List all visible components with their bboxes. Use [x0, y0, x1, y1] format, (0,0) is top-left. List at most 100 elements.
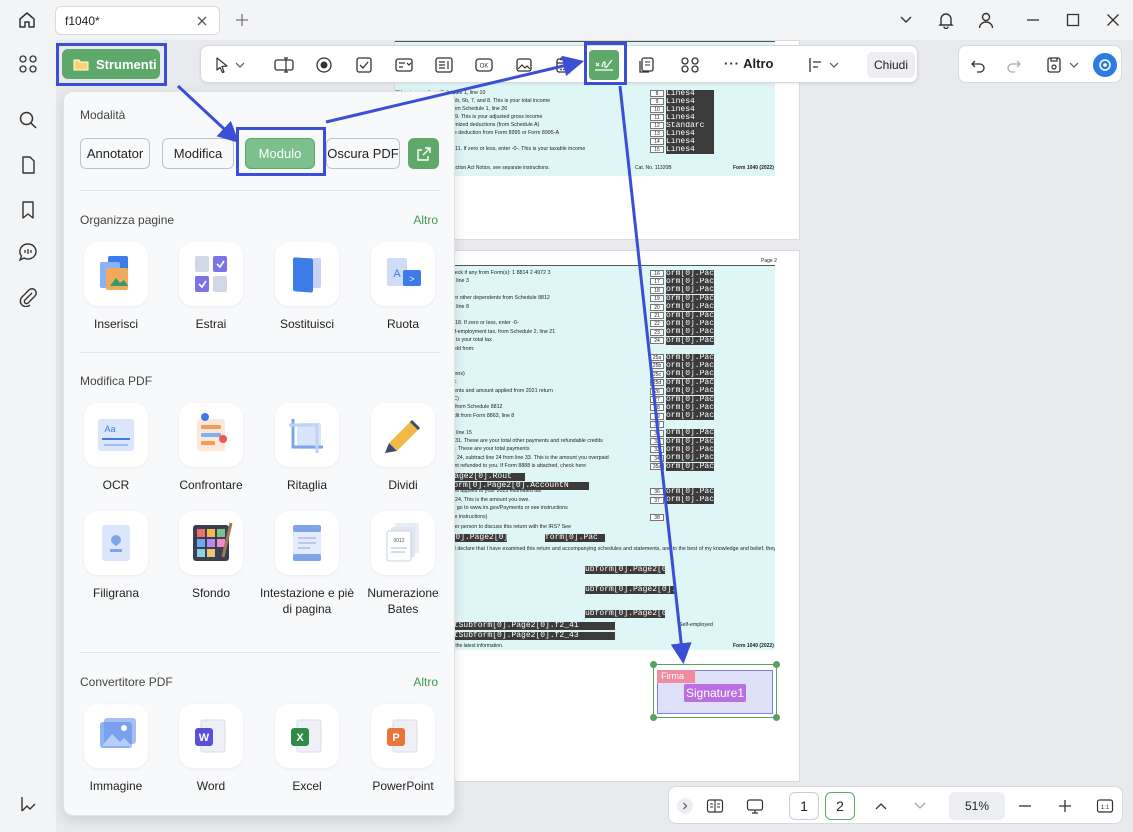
- radio-button-icon[interactable]: [313, 54, 335, 76]
- form-input-field[interactable]: orm[0].Pac: [666, 370, 714, 379]
- tool-replace[interactable]: Sostituisci: [259, 242, 355, 332]
- tool-extract[interactable]: Estrai: [163, 242, 259, 332]
- button-field-icon[interactable]: OK: [473, 54, 495, 76]
- more-tools-button[interactable]: ··· Altro: [724, 56, 773, 71]
- tool-watermark[interactable]: Filigrana: [68, 511, 164, 601]
- field-grid-icon[interactable]: [679, 54, 701, 76]
- tool-convert-word[interactable]: W Word: [163, 704, 259, 794]
- chevron-down-icon[interactable]: [233, 54, 247, 76]
- checkbox-icon[interactable]: [353, 54, 375, 76]
- page-1-button[interactable]: 1: [789, 792, 819, 820]
- form-input-field[interactable]: Lines4: [666, 145, 714, 154]
- resize-handle-tl[interactable]: [650, 661, 657, 668]
- window-close-icon[interactable]: [1102, 10, 1124, 30]
- form-input-field[interactable]: orm[0].Pac: [666, 412, 714, 421]
- tool-bates[interactable]: 0012 Numerazione Bates: [355, 511, 451, 617]
- form-input-field[interactable]: Lines4: [666, 129, 714, 138]
- chevron-down-icon[interactable]: [827, 54, 841, 76]
- form-input-field[interactable]: ubform[0].Page2[0].AccountN: [439, 482, 589, 490]
- chevron-down-icon[interactable]: [1067, 54, 1081, 76]
- tool-rotate[interactable]: A > Ruota: [355, 242, 451, 332]
- tool-insert[interactable]: Inserisci: [68, 242, 164, 332]
- new-tab-icon[interactable]: [232, 10, 252, 30]
- list-box-icon[interactable]: [433, 54, 455, 76]
- form-input-field[interactable]: orm[0].Pac: [666, 311, 714, 320]
- form-input-field[interactable]: orm[0].Pac: [666, 294, 714, 303]
- maximize-icon[interactable]: [1062, 10, 1084, 30]
- user-icon[interactable]: [975, 10, 997, 30]
- form-input-field[interactable]: orm[0].Pac: [666, 403, 714, 412]
- attachment-icon[interactable]: [16, 285, 40, 309]
- tool-background[interactable]: Sfondo: [163, 511, 259, 601]
- home-icon[interactable]: [14, 9, 40, 31]
- expand-bar-icon[interactable]: [677, 798, 693, 814]
- form-input-field[interactable]: orm[0].Pac: [666, 487, 714, 496]
- form-input-field[interactable]: orm[0].Pac: [666, 319, 714, 328]
- form-input-field[interactable]: orm[0].Pac: [666, 336, 714, 345]
- form-input-field[interactable]: orm[0].Pac: [666, 454, 714, 463]
- page-layout-icon[interactable]: [705, 796, 725, 816]
- form-input-field[interactable]: ubform[0].Page2[0: [585, 566, 665, 574]
- form-input-field[interactable]: orm[0].Pac: [666, 429, 714, 438]
- chevron-down-icon[interactable]: [895, 10, 917, 30]
- text-field-icon[interactable]: [273, 54, 295, 76]
- zoom-level[interactable]: 51%: [949, 792, 1005, 820]
- actual-size-icon[interactable]: 1:1: [1095, 796, 1115, 816]
- form-input-field[interactable]: orm[0].Pac: [666, 496, 714, 505]
- bookmark-icon[interactable]: [16, 198, 40, 222]
- tool-split[interactable]: Dividi: [355, 403, 451, 493]
- tool-crop[interactable]: Ritaglia: [259, 403, 355, 493]
- form-input-field[interactable]: orm[0].Pac: [666, 353, 714, 362]
- page-2-button[interactable]: 2: [825, 792, 855, 820]
- tool-compare[interactable]: Confrontare: [163, 403, 259, 493]
- tool-convert-image[interactable]: Immagine: [68, 704, 164, 794]
- apps-grid-icon[interactable]: [16, 52, 40, 76]
- form-input-field[interactable]: orm[0].Pac: [666, 378, 714, 387]
- form-input-field[interactable]: orm[0].Pac: [666, 361, 714, 370]
- form-input-field[interactable]: orm[0].Pac: [666, 395, 714, 404]
- pages-icon[interactable]: [16, 153, 40, 177]
- document-tab[interactable]: f1040*: [55, 6, 220, 35]
- presentation-icon[interactable]: [745, 796, 765, 816]
- sidebar-settings-icon[interactable]: [16, 792, 40, 816]
- form-input-field[interactable]: orm[0].Pac: [666, 387, 714, 396]
- mode-annotator-button[interactable]: Annotator: [80, 138, 150, 169]
- close-tab-icon[interactable]: [194, 13, 210, 29]
- form-input-field[interactable]: Lines4: [666, 137, 714, 146]
- form-input-field[interactable]: orm[0].Pac: [666, 445, 714, 454]
- form-input-field[interactable]: Lines4: [666, 97, 714, 106]
- form-input-field[interactable]: Lines4: [666, 89, 714, 98]
- redo-icon[interactable]: [1003, 54, 1025, 76]
- form-input-field[interactable]: ubform[0].Page2[0].f2_: [585, 586, 675, 594]
- form-input-field[interactable]: orm[0].Pac: [666, 269, 714, 278]
- form-input-field[interactable]: ubform[0].Page2[0]: [585, 610, 665, 618]
- open-external-button[interactable]: [408, 138, 439, 169]
- zoom-in-icon[interactable]: [1055, 796, 1075, 816]
- tool-convert-powerpoint[interactable]: P PowerPoint: [355, 704, 451, 794]
- form-input-field[interactable]: orm[0].Pac: [666, 437, 714, 446]
- search-icon[interactable]: [16, 108, 40, 132]
- save-icon[interactable]: [1043, 54, 1065, 76]
- tool-header-footer[interactable]: Intestazione e piè di pagina: [259, 511, 355, 617]
- form-input-field[interactable]: Lines4: [666, 105, 714, 114]
- signature-field-selection[interactable]: Firma Signature1: [650, 661, 780, 721]
- bell-icon[interactable]: [935, 10, 957, 30]
- close-form-mode-button[interactable]: Chiudi: [867, 52, 915, 78]
- tool-ocr[interactable]: Aa OCR: [68, 403, 164, 493]
- mode-edit-button[interactable]: Modifica: [162, 138, 234, 169]
- combo-box-icon[interactable]: [393, 54, 415, 76]
- minimize-icon[interactable]: [1022, 10, 1044, 30]
- date-field-icon[interactable]: [553, 54, 575, 76]
- image-field-icon[interactable]: [513, 54, 535, 76]
- resize-handle-br[interactable]: [773, 714, 780, 721]
- zoom-out-icon[interactable]: [1015, 796, 1035, 816]
- select-cursor-icon[interactable]: [211, 54, 233, 76]
- form-input-field[interactable]: orm[0].Pac: [666, 462, 714, 471]
- previous-page-icon[interactable]: [871, 796, 891, 816]
- ai-assistant-icon[interactable]: [1093, 53, 1117, 77]
- form-input-field[interactable]: Standarc: [666, 121, 714, 130]
- converter-more-link[interactable]: Altro: [413, 675, 438, 689]
- resize-handle-bl[interactable]: [650, 714, 657, 721]
- resize-handle-tr[interactable]: [773, 661, 780, 668]
- duplicate-fields-icon[interactable]: [635, 54, 657, 76]
